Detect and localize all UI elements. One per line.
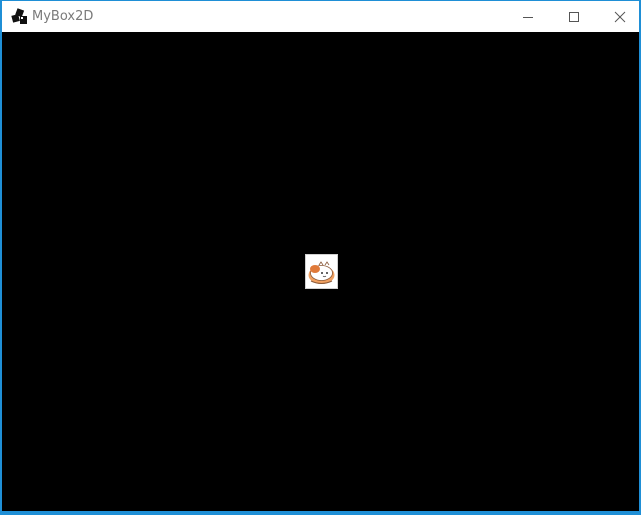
app-window: MyBox2D [0,0,641,515]
minimize-icon [523,16,533,18]
sushi-cat-icon [308,261,335,284]
window-bottom-border [2,511,639,513]
game-canvas[interactable] [2,32,639,513]
app-icon [10,8,28,26]
sushi-cat-sprite[interactable] [305,254,338,289]
title-bar[interactable]: MyBox2D [2,1,639,32]
maximize-icon [569,11,579,22]
window-title: MyBox2D [32,9,94,24]
close-button[interactable] [597,1,641,32]
minimize-button[interactable] [505,1,551,32]
close-icon [614,11,626,22]
maximize-button[interactable] [551,1,597,32]
